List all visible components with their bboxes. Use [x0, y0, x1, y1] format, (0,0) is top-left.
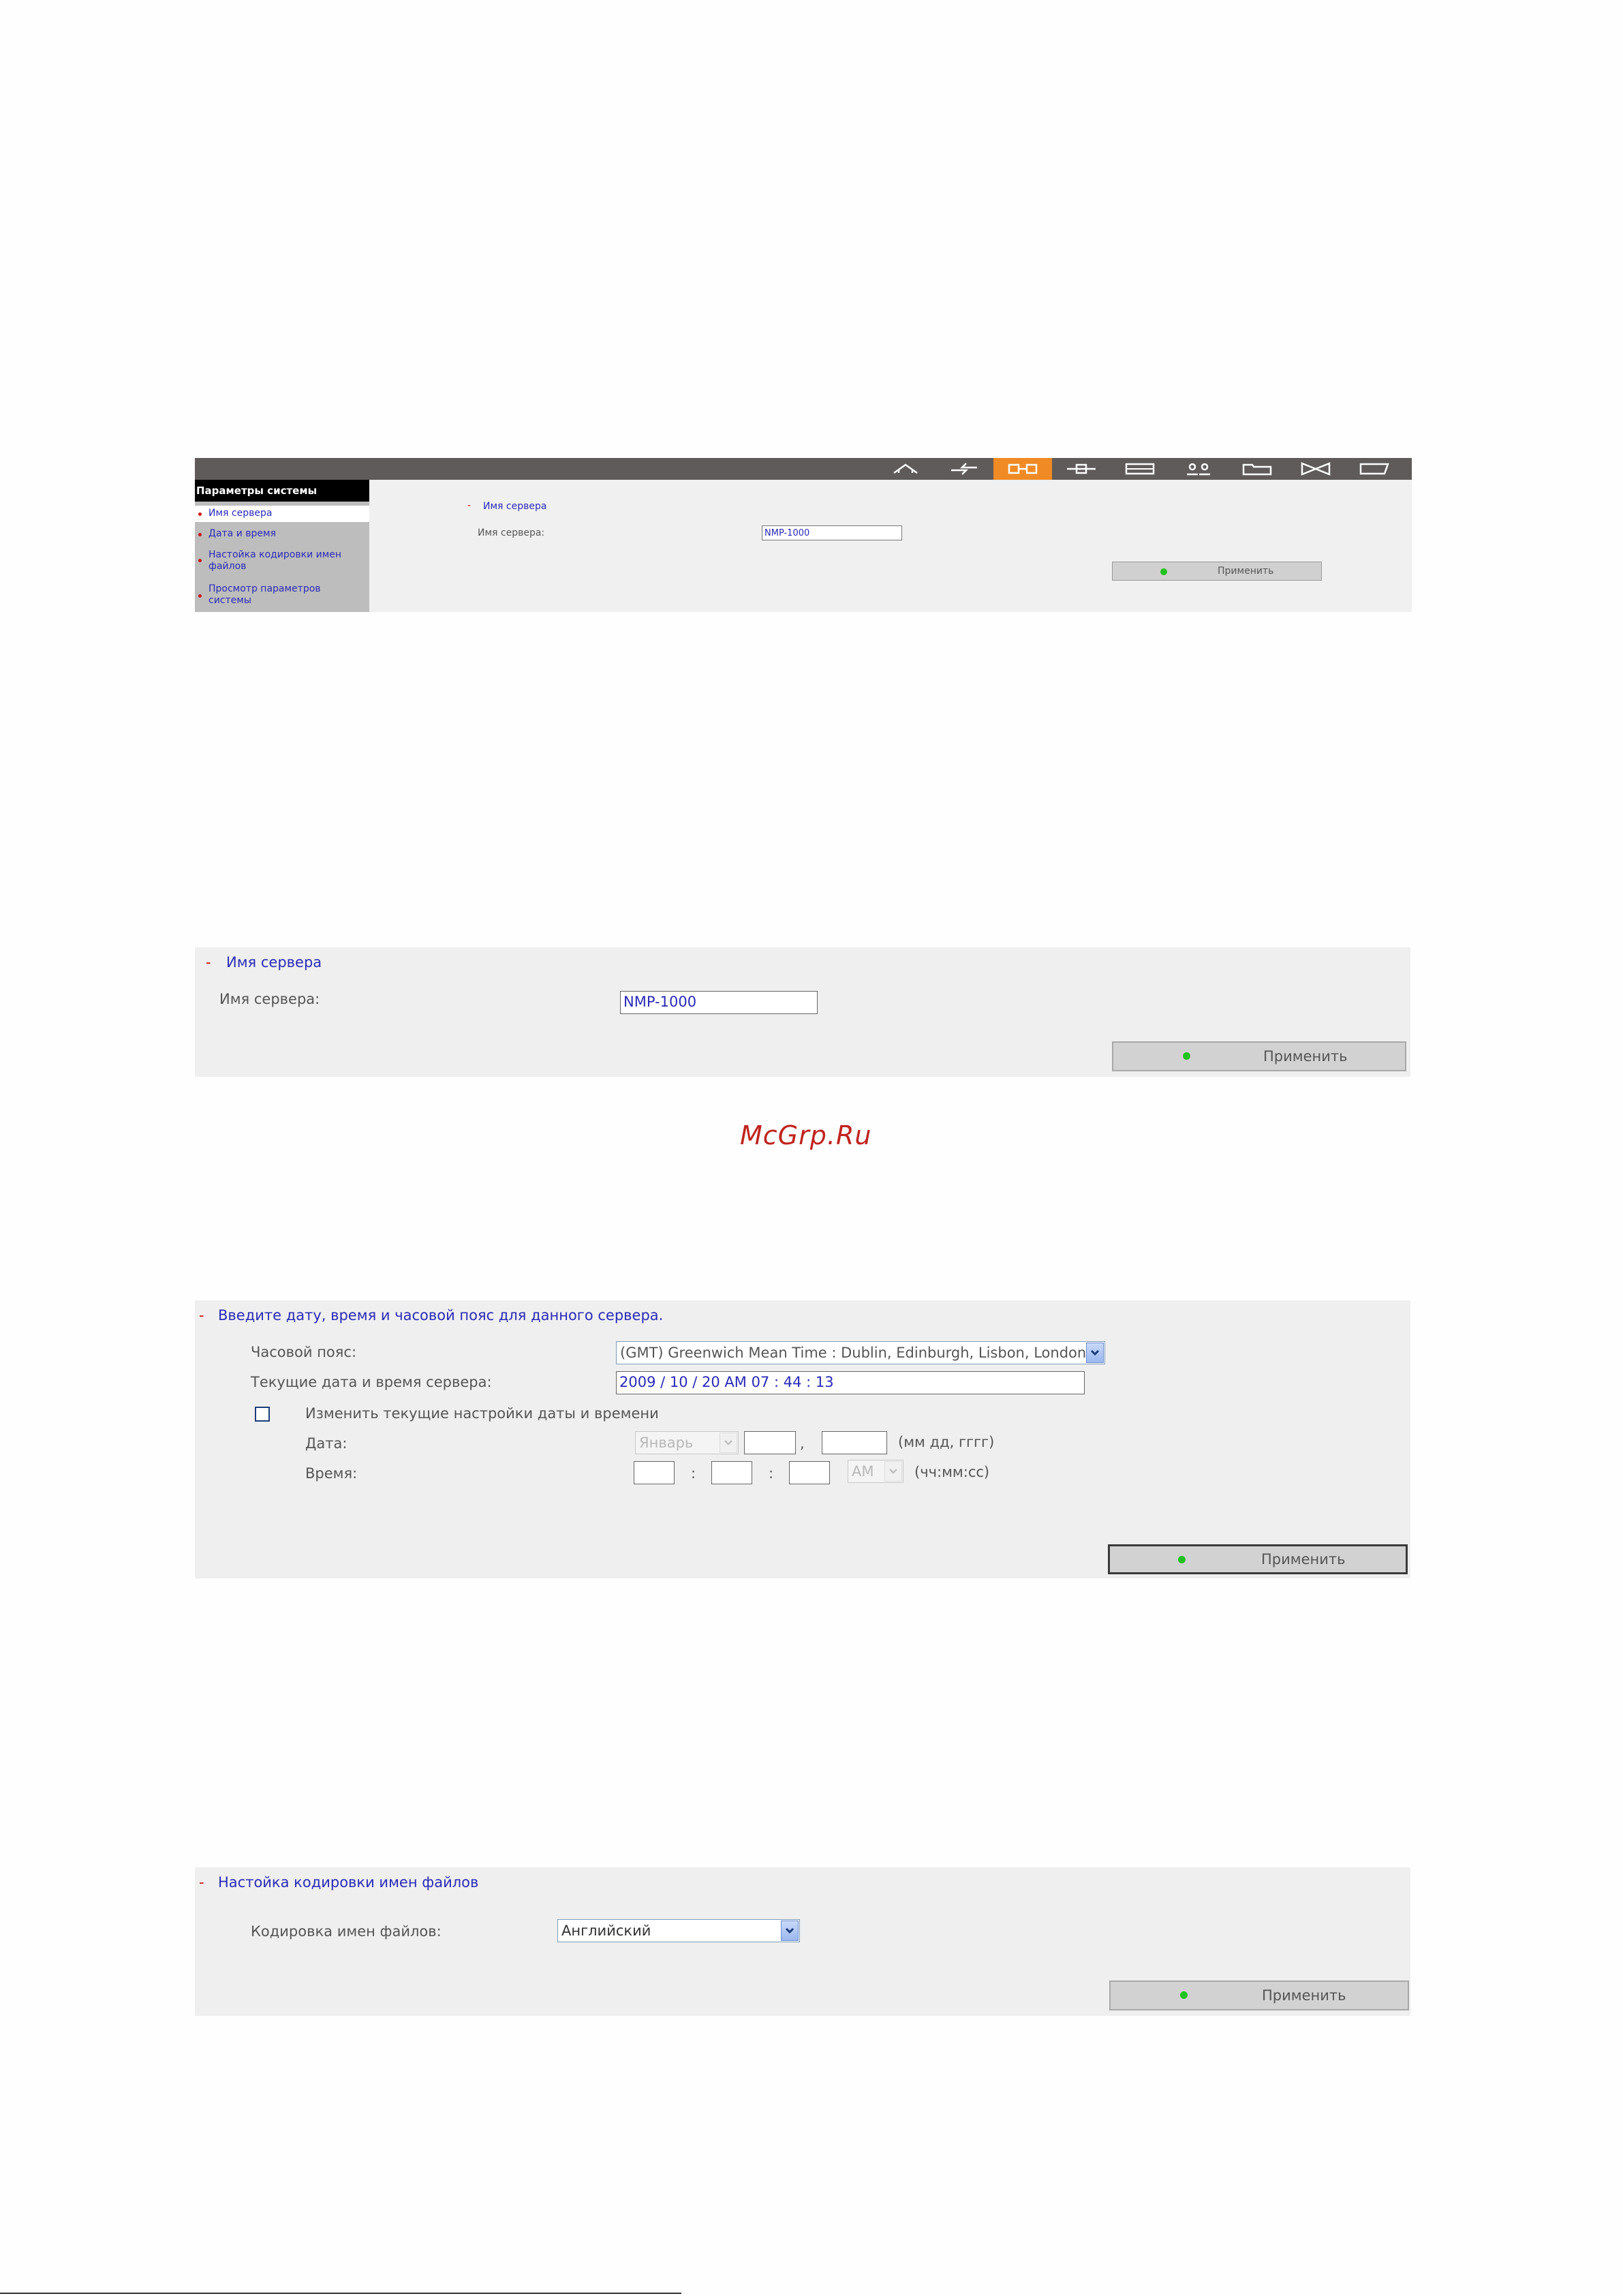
apply-button[interactable]: Применить [1108, 1544, 1408, 1574]
section-dash: - [467, 500, 472, 511]
device-icon[interactable] [1111, 458, 1169, 480]
filename-encoding-panel: - Настойка кодировки имен файлов Кодиров… [195, 1867, 1410, 2016]
server-name-panel: - Имя сервера Имя сервера: NMP-1000 Прим… [195, 947, 1410, 1077]
sidebar-item-server-name[interactable]: Имя сервера [195, 506, 369, 522]
sidebar-item-label: Имя сервера [208, 508, 273, 519]
sidebar-item-label: Просмотр параметров системы [208, 583, 321, 606]
server-name-input[interactable]: NMP-1000 [762, 525, 902, 540]
footer-divider [0, 2293, 681, 2294]
status-dot-icon [1178, 1556, 1186, 1563]
section-dash: - [206, 954, 211, 970]
date-format-hint: (мм дд, гггг) [898, 1434, 995, 1450]
apply-label: Применить [1263, 1048, 1348, 1065]
current-datetime-label: Текущие дата и время сервера: [251, 1374, 492, 1390]
section-dash: - [199, 1874, 204, 1891]
timezone-select[interactable]: (GMT) Greenwich Mean Time : Dublin, Edin… [616, 1341, 1105, 1364]
month-value: Январь [639, 1435, 694, 1451]
system-settings-screenshot: Параметры системы Имя сервера Дата и вре… [195, 458, 1412, 612]
month-select[interactable]: Январь [635, 1431, 739, 1454]
timezone-label: Часовой пояс: [251, 1344, 357, 1360]
bullet-icon [198, 533, 202, 536]
bullet-icon [198, 594, 202, 598]
change-datetime-checkbox[interactable] [255, 1407, 270, 1422]
sidebar-item-filename-encoding[interactable]: Настойка кодировки имен файлов [195, 549, 369, 574]
server-name-label: Имя сервера: [219, 991, 320, 1007]
top-nav-bar [195, 458, 1412, 480]
main-content [369, 480, 1412, 612]
timezone-value: (GMT) Greenwich Mean Time : Dublin, Edin… [620, 1345, 1087, 1361]
sidebar-item-label: Дата и время [208, 528, 276, 539]
status-icon[interactable] [1345, 458, 1404, 480]
bullet-icon [198, 512, 202, 516]
time-label: Время: [305, 1465, 358, 1482]
time-separator: : [769, 1465, 774, 1482]
sidebar-item-view-system[interactable]: Просмотр параметров системы [195, 583, 369, 609]
folder-icon[interactable] [1228, 458, 1286, 480]
watermark: McGrp.Ru [740, 1120, 872, 1150]
system-settings-icon[interactable] [993, 458, 1052, 480]
chevron-down-icon [884, 1461, 902, 1482]
sidebar-item-date-time[interactable]: Дата и время [195, 526, 369, 540]
minute-input[interactable] [711, 1461, 752, 1484]
server-name-input[interactable]: NMP-1000 [620, 991, 818, 1014]
date-time-panel: - Введите дату, время и часовой пояс для… [195, 1300, 1410, 1578]
second-input[interactable] [789, 1461, 830, 1484]
chevron-down-icon [781, 1920, 799, 1941]
section-dash: - [199, 1307, 204, 1323]
status-dot-icon [1180, 1991, 1188, 1999]
encoding-value: Английский [561, 1923, 651, 1939]
apply-button[interactable]: Применить [1112, 1041, 1406, 1071]
apply-button[interactable]: Применить [1112, 562, 1322, 581]
bullet-icon [198, 559, 202, 562]
home-icon[interactable] [876, 458, 935, 480]
encoding-select[interactable]: Английский [557, 1919, 800, 1942]
encoding-label: Кодировка имен файлов: [251, 1923, 442, 1940]
users-icon[interactable] [1169, 458, 1228, 480]
section-title: Настойка кодировки имен файлов [218, 1874, 479, 1891]
date-separator: , [800, 1435, 805, 1452]
quick-setup-icon[interactable] [935, 458, 993, 480]
time-format-hint: (чч:мм:сс) [914, 1464, 990, 1480]
chevron-down-icon [720, 1433, 737, 1453]
apply-label: Применить [1262, 1987, 1346, 2004]
status-dot-icon [1183, 1052, 1190, 1060]
current-datetime-field: 2009 / 10 / 20 AM 07 : 44 : 13 [616, 1371, 1085, 1394]
section-title: Введите дату, время и часовой пояс для д… [218, 1307, 664, 1323]
apply-button[interactable]: Применить [1109, 1980, 1409, 2010]
hour-input[interactable] [634, 1461, 675, 1484]
chevron-down-icon [1086, 1343, 1104, 1363]
time-separator: : [691, 1465, 696, 1482]
ampm-select[interactable]: AM [848, 1460, 903, 1483]
change-datetime-label: Изменить текущие настройки даты и времен… [305, 1405, 659, 1422]
section-title: Имя сервера [226, 954, 322, 970]
server-name-label: Имя сервера: [478, 527, 545, 538]
ampm-value: AM [852, 1463, 874, 1480]
status-dot-icon [1160, 568, 1167, 575]
network-icon[interactable] [1052, 458, 1111, 480]
day-input[interactable] [744, 1431, 796, 1454]
apply-label: Применить [1218, 566, 1274, 577]
date-label: Дата: [305, 1435, 347, 1452]
apply-label: Применить [1261, 1551, 1346, 1567]
sidebar-item-label: Настойка кодировки имен файлов [208, 549, 342, 572]
section-title: Имя сервера [483, 501, 547, 512]
sidebar-title: Параметры системы [195, 480, 369, 502]
services-icon[interactable] [1286, 458, 1345, 480]
year-input[interactable] [822, 1431, 887, 1454]
